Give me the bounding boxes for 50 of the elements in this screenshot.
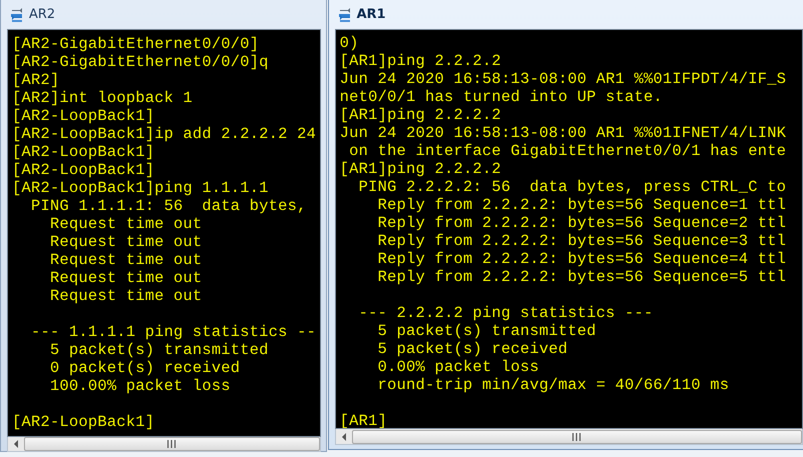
terminal-line: PING 1.1.1.1: 56 data bytes,: [30, 197, 307, 215]
terminal-line: 0): [340, 34, 359, 52]
terminal-line: Request time out: [49, 215, 202, 233]
horizontal-scrollbar[interactable]: [334, 429, 803, 445]
grip-icon: [167, 440, 176, 448]
terminal-line: on the interface GigabitEthernet0/0/1 has ente: [348, 142, 786, 160]
terminal-line: [AR2-GigabitEthernet0/0/0]q: [12, 53, 269, 71]
terminal-line: [AR2-LoopBack1]: [12, 107, 155, 125]
app-icon: [336, 6, 353, 22]
terminal-line: Reply from 2.2.2.2: bytes=56 Sequence=2 ttl: [376, 214, 786, 232]
grip-icon: [572, 432, 582, 440]
terminal-line: Jun 24 2020 16:58:13-08:00 AR1 %%01IFNET/4/LINK: [340, 124, 786, 142]
terminal-line: PING 2.2.2.2: 56 data bytes, press CTRL_C to: [358, 178, 786, 196]
terminal-line: [AR2-GigabitEthernet0/0/0]: [12, 35, 260, 53]
terminal-line: 5 packet(s) transmitted: [376, 322, 596, 340]
terminal-line: [AR1]ping 2.2.2.2: [340, 106, 502, 124]
scrollbar-thumb[interactable]: [352, 430, 802, 444]
terminal-line: [AR2-LoopBack1]ping 1.1.1.1: [12, 179, 269, 197]
terminal-line: [AR2-LoopBack1]: [12, 143, 155, 161]
terminal-line: [AR2-LoopBack1]: [12, 161, 155, 179]
terminal-line: 0 packet(s) received: [49, 359, 240, 377]
terminal-line: Request time out: [49, 233, 202, 251]
terminal-line: [AR2]: [12, 71, 60, 89]
app-icon: [9, 6, 25, 22]
terminal-line: [AR2-LoopBack1]: [12, 413, 155, 431]
terminal-line: Reply from 2.2.2.2: bytes=56 Sequence=5 ttl: [376, 268, 786, 286]
terminal-line: Request time out: [49, 287, 202, 305]
terminal-line: Reply from 2.2.2.2: bytes=56 Sequence=1 ttl: [376, 196, 786, 214]
terminal-line: --- 2.2.2.2 ping statistics ---: [358, 304, 654, 322]
terminal-line: [AR1]: [340, 412, 388, 428]
terminal-line: [AR1]ping 2.2.2.2: [340, 160, 502, 178]
scroll-left-arrow-icon[interactable]: [12, 439, 20, 449]
terminal-line: 100.00% packet loss: [49, 377, 231, 395]
terminal-line: 5 packet(s) transmitted: [49, 341, 269, 359]
terminal-line: 5 packet(s) received: [376, 340, 568, 358]
terminal-line: [AR2-LoopBack1]ip add 2.2.2.2 24: [12, 125, 316, 143]
terminal-line: Reply from 2.2.2.2: bytes=56 Sequence=3 ttl: [376, 232, 786, 250]
terminal-line: Request time out: [49, 269, 202, 287]
terminal-line: [AR2]int loopback 1: [12, 89, 193, 107]
terminal-line: net0/0/1 has turned into UP state.: [340, 88, 663, 106]
terminal-line: Jun 24 2020 16:58:13-08:00 AR1 %%01IFPDT/4/IF_S: [340, 70, 786, 88]
terminal-line: Request time out: [49, 251, 202, 269]
terminal-line: --- 1.1.1.1 ping statistics --: [30, 323, 316, 341]
scroll-left-arrow-icon[interactable]: [340, 432, 348, 442]
terminal-line: round-trip min/avg/max = 40/66/110 ms: [376, 376, 730, 394]
terminal-line: Reply from 2.2.2.2: bytes=56 Sequence=4 ttl: [376, 250, 786, 268]
window-title: AR2: [29, 7, 56, 22]
terminal-line: [AR1]ping 2.2.2.2: [340, 52, 502, 70]
window-title: AR1: [356, 7, 386, 22]
terminal-line: 0.00% packet loss: [376, 358, 540, 376]
